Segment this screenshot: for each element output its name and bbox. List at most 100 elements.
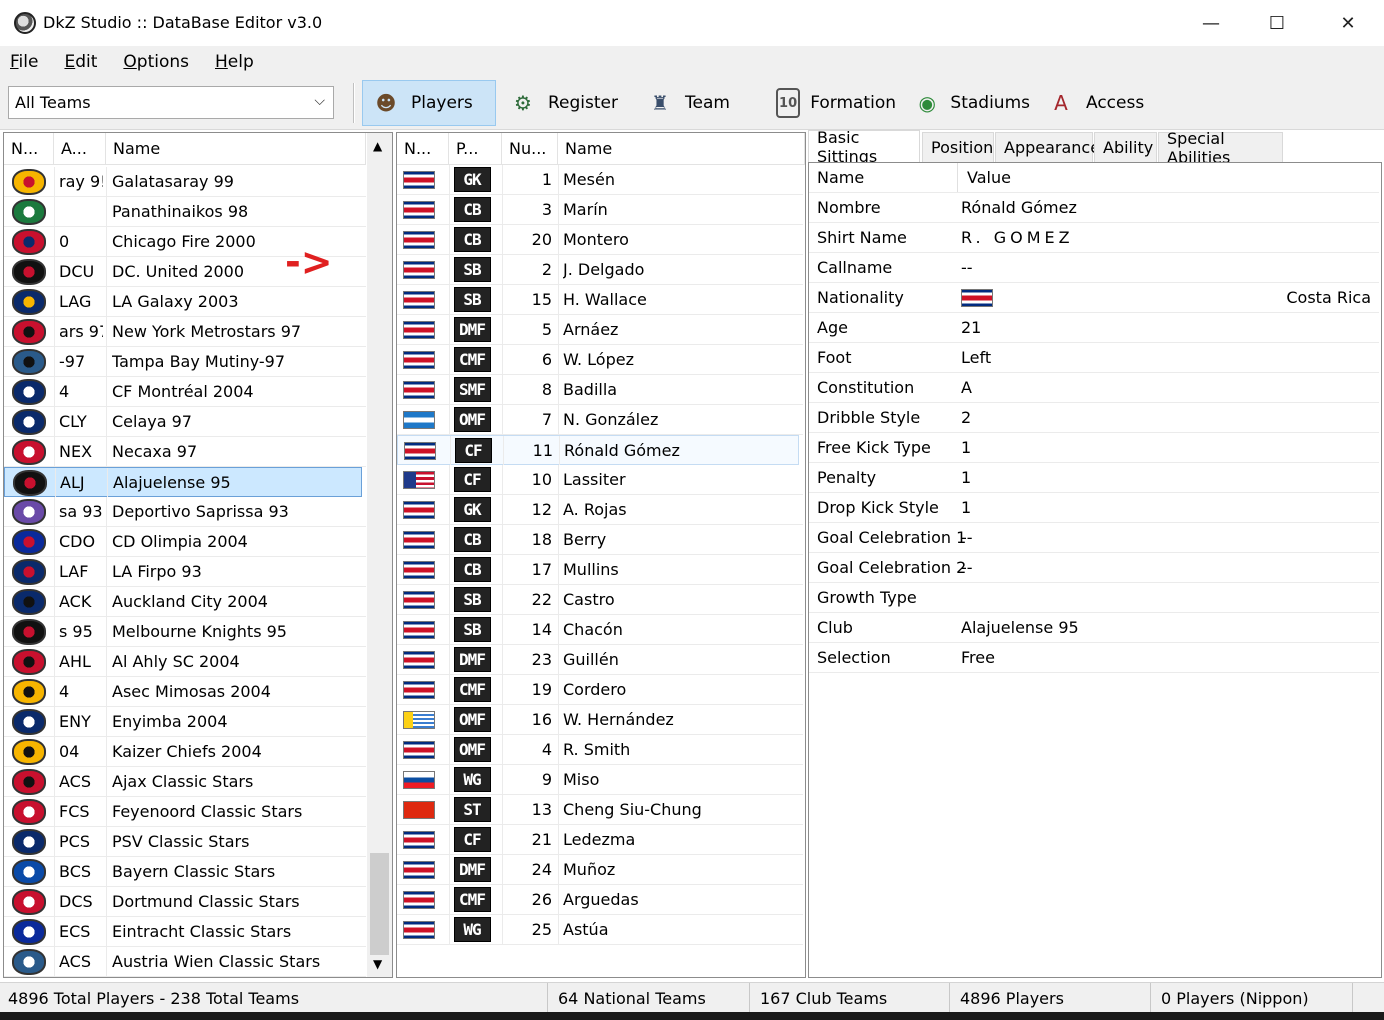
player-row[interactable]: SB 15 H. Wallace <box>397 285 803 315</box>
player-row[interactable]: CMF 6 W. López <box>397 345 803 375</box>
player-row[interactable]: WG 25 Astúa <box>397 915 803 945</box>
tab-ability[interactable]: Ability <box>1094 132 1157 162</box>
team-row[interactable]: ECS Eintracht Classic Stars <box>4 917 366 947</box>
team-row[interactable]: ENY Enyimba 2004 <box>4 707 366 737</box>
toolbar-players-button[interactable]: ☻ Players <box>362 80 496 126</box>
team-row[interactable]: CDO CD Olimpia 2004 <box>4 527 366 557</box>
team-row[interactable]: ray 9! Galatasaray 99 <box>4 167 366 197</box>
tab-appearance[interactable]: Appearance <box>995 132 1100 162</box>
property-row[interactable]: Nombre Rónald Gómez <box>809 193 1379 223</box>
col-header-abbr[interactable]: A... <box>54 133 106 165</box>
player-row[interactable]: CB 18 Berry <box>397 525 803 555</box>
player-row[interactable]: DMF 5 Arnáez <box>397 315 803 345</box>
player-row[interactable]: CF 11 Rónald Gómez <box>397 435 799 465</box>
player-row[interactable]: GK 12 A. Rojas <box>397 495 803 525</box>
team-row[interactable]: 4 CF Montréal 2004 <box>4 377 366 407</box>
maximize-button[interactable]: ☐ <box>1242 0 1312 47</box>
property-row[interactable]: Goal Celebration 2 -- <box>809 553 1379 583</box>
team-row[interactable]: 04 Kaizer Chiefs 2004 <box>4 737 366 767</box>
player-row[interactable]: OMF 4 R. Smith <box>397 735 803 765</box>
team-row[interactable]: PCS PSV Classic Stars <box>4 827 366 857</box>
team-row[interactable]: AHL Al Ahly SC 2004 <box>4 647 366 677</box>
property-row[interactable]: Drop Kick Style 1 <box>809 493 1379 523</box>
col-header-player-name[interactable]: Name <box>558 133 805 165</box>
team-row[interactable]: FCS Feyenoord Classic Stars <box>4 797 366 827</box>
team-row[interactable]: sa 93 Deportivo Saprissa 93 <box>4 497 366 527</box>
toolbar-stadiums-button[interactable]: ◉ Stadiums <box>906 80 1030 126</box>
player-row[interactable]: CMF 19 Cordero <box>397 675 803 705</box>
player-flag-cell <box>399 795 439 824</box>
col-header-nation[interactable]: N... <box>4 133 54 165</box>
team-row[interactable]: s 95 Melbourne Knights 95 <box>4 617 366 647</box>
toolbar-formation-button[interactable]: 10 Formation <box>768 80 896 126</box>
property-row[interactable]: Shirt Name R. GOMEZ <box>809 223 1379 253</box>
team-row[interactable]: LAG LA Galaxy 2003 <box>4 287 366 317</box>
property-row[interactable]: Age 21 <box>809 313 1379 343</box>
col-header-number[interactable]: Nu... <box>502 133 558 165</box>
property-row[interactable]: Dribble Style 2 <box>809 403 1379 433</box>
team-row[interactable]: CLY Celaya 97 <box>4 407 366 437</box>
team-row[interactable]: DCS Dortmund Classic Stars <box>4 887 366 917</box>
player-row[interactable]: OMF 16 W. Hernández <box>397 705 803 735</box>
property-row[interactable]: Penalty 1 <box>809 463 1379 493</box>
menu-file[interactable]: File <box>10 52 38 72</box>
player-row[interactable]: CB 17 Mullins <box>397 555 803 585</box>
player-row[interactable]: CF 10 Lassiter <box>397 465 803 495</box>
property-row[interactable]: Club Alajuelense 95 <box>809 613 1379 643</box>
property-row[interactable]: Growth Type <box>809 583 1379 613</box>
property-row[interactable]: Nationality Costa Rica <box>809 283 1379 313</box>
scroll-up-icon[interactable]: ▲ <box>373 139 382 153</box>
property-row[interactable]: Free Kick Type 1 <box>809 433 1379 463</box>
minimize-button[interactable]: — <box>1176 0 1246 47</box>
player-row[interactable]: OMF 7 N. González <box>397 405 803 435</box>
tab-basic-sittings[interactable]: Basic Sittings <box>808 128 920 166</box>
teams-scroll-thumb[interactable] <box>370 853 389 955</box>
player-row[interactable]: SB 22 Castro <box>397 585 803 615</box>
player-row[interactable]: CF 21 Ledezma <box>397 825 803 855</box>
player-row[interactable]: SB 2 J. Delgado <box>397 255 803 285</box>
player-row[interactable]: ST 13 Cheng Siu-Chung <box>397 795 803 825</box>
player-row[interactable]: DMF 23 Guillén <box>397 645 803 675</box>
team-filter-select[interactable]: All Teams ⌵ <box>8 86 334 119</box>
team-row[interactable]: ars 97 New York Metrostars 97 <box>4 317 366 347</box>
team-row[interactable]: ACS Ajax Classic Stars <box>4 767 366 797</box>
player-row[interactable]: CB 3 Marín <box>397 195 803 225</box>
team-row[interactable]: NEX Necaxa 97 <box>4 437 366 467</box>
team-row[interactable]: 4 Asec Mimosas 2004 <box>4 677 366 707</box>
property-row[interactable]: Goal Celebration 1 -- <box>809 523 1379 553</box>
player-row[interactable]: CMF 26 Arguedas <box>397 885 803 915</box>
team-row[interactable]: Panathinaikos 98 <box>4 197 366 227</box>
player-row[interactable]: CB 20 Montero <box>397 225 803 255</box>
team-row[interactable]: ACS Austria Wien Classic Stars <box>4 947 366 977</box>
toolbar-register-button[interactable]: ⚙ Register <box>500 80 626 126</box>
col-header-nationality[interactable]: N... <box>397 133 449 165</box>
team-row[interactable]: ACK Auckland City 2004 <box>4 587 366 617</box>
col-header-position[interactable]: P... <box>449 133 502 165</box>
tab-position[interactable]: Position <box>922 132 994 162</box>
close-button[interactable]: ✕ <box>1313 0 1383 47</box>
scroll-down-icon[interactable]: ▼ <box>373 957 382 971</box>
property-row[interactable]: Constitution A <box>809 373 1379 403</box>
player-row[interactable]: DMF 24 Muñoz <box>397 855 803 885</box>
menu-help[interactable]: Help <box>215 52 254 72</box>
property-row[interactable]: Callname -- <box>809 253 1379 283</box>
toolbar-access-button[interactable]: A Access <box>1038 80 1156 126</box>
player-row[interactable]: WG 9 Miso <box>397 765 803 795</box>
player-row[interactable]: GK 1 Mesén <box>397 165 803 195</box>
team-row[interactable]: -97 Tampa Bay Mutiny-97 <box>4 347 366 377</box>
player-name: Muñoz <box>563 860 616 879</box>
menu-edit[interactable]: Edit <box>64 52 97 72</box>
player-row[interactable]: SMF 8 Badilla <box>397 375 803 405</box>
property-row[interactable]: Selection Free <box>809 643 1379 673</box>
team-row[interactable]: BCS Bayern Classic Stars <box>4 857 366 887</box>
flag-icon <box>403 920 435 939</box>
player-row[interactable]: SB 14 Chacón <box>397 615 803 645</box>
tab-special-abilities[interactable]: Special Abilities <box>1158 129 1283 167</box>
teams-scrollbar[interactable]: ▲ ▼ <box>367 133 392 977</box>
team-row[interactable]: LAF LA Firpo 93 <box>4 557 366 587</box>
property-row[interactable]: Foot Left <box>809 343 1379 373</box>
toolbar-team-button[interactable]: ♜ Team <box>637 80 755 126</box>
col-header-name[interactable]: Name <box>106 133 366 165</box>
team-row[interactable]: ALJ Alajuelense 95 <box>4 467 362 497</box>
menu-options[interactable]: Options <box>123 52 189 72</box>
